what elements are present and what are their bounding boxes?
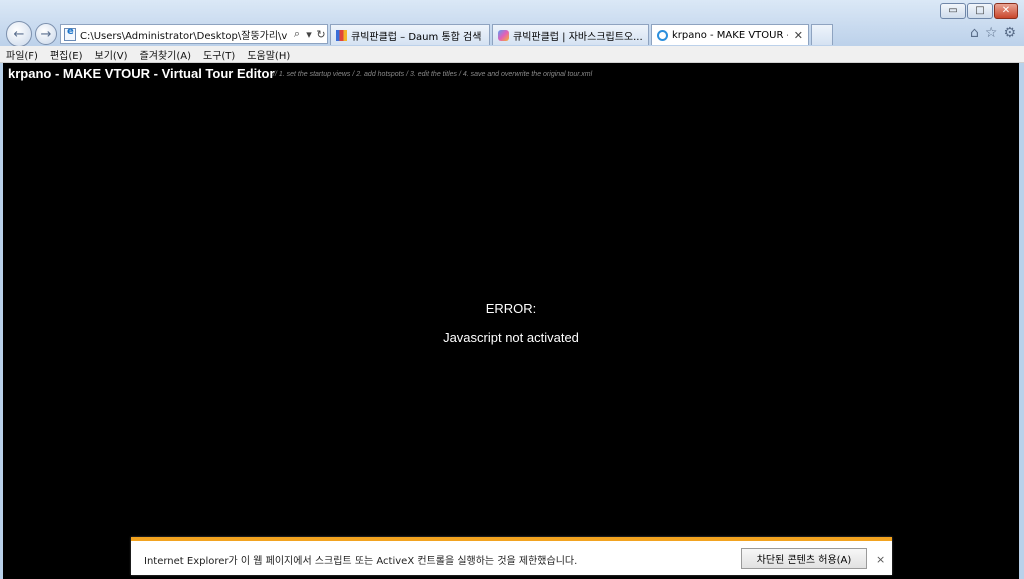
maximize-button[interactable]: □ <box>967 3 993 19</box>
tab-label: krpano - MAKE VTOUR - V... <box>672 29 788 41</box>
ie-favicon-icon <box>657 29 668 41</box>
back-arrow-icon: ← <box>13 26 25 42</box>
window-controls: ▭ □ ✕ <box>940 3 1018 19</box>
tab-label: 큐빅판클럽 | 자바스크립트오... <box>513 31 643 43</box>
tab-cubic-club[interactable]: 큐빅판클럽 | 자바스크립트오... <box>492 24 649 45</box>
menu-tools[interactable]: 도구(T) <box>203 47 235 62</box>
browser-tools: ⌂ ☆ ⚙ <box>970 25 1016 41</box>
dropdown-icon[interactable]: ▾ <box>303 28 315 41</box>
error-heading: ERROR: <box>485 301 537 316</box>
close-button[interactable]: ✕ <box>994 3 1018 19</box>
menu-bar: 파일(F) 편집(E) 보기(V) 즐겨찾기(A) 도구(T) 도움말(H) <box>0 46 1024 63</box>
menu-help[interactable]: 도움말(H) <box>247 47 290 62</box>
refresh-icon[interactable]: ↻ <box>315 28 327 41</box>
tab-daum-search[interactable]: 큐빅판클럽 – Daum 통합 검색 <box>330 24 490 45</box>
page-icon <box>64 26 76 41</box>
maximize-icon: □ <box>975 5 985 16</box>
menu-favorites[interactable]: 즐겨찾기(A) <box>140 47 191 62</box>
tab-strip: 큐빅판클럽 – Daum 통합 검색 큐빅판클럽 | 자바스크립트오... kr… <box>330 24 833 45</box>
gear-icon[interactable]: ⚙ <box>1003 25 1016 41</box>
page-title: krpano - MAKE VTOUR - Virtual Tour Edito… <box>8 66 275 81</box>
menu-file[interactable]: 파일(F) <box>6 47 38 62</box>
page-viewport: krpano - MAKE VTOUR - Virtual Tour Edito… <box>3 63 1019 579</box>
search-icon[interactable]: ⌕ <box>291 27 303 41</box>
back-button[interactable]: ← <box>6 21 32 47</box>
favorites-star-icon[interactable]: ☆ <box>985 25 998 41</box>
address-bar[interactable]: C:\Users\Administrator\Desktop\잘뚱가리\v ⌕ … <box>60 24 328 44</box>
minimize-button[interactable]: ▭ <box>940 3 966 19</box>
site-favicon-icon <box>498 29 509 41</box>
minimize-icon: ▭ <box>948 5 958 16</box>
tab-close-icon[interactable]: ✕ <box>794 29 803 42</box>
new-tab-button[interactable] <box>811 24 833 45</box>
tab-label: 큐빅판클럽 – Daum 통합 검색 <box>351 31 482 43</box>
address-text[interactable]: C:\Users\Administrator\Desktop\잘뚱가리\v <box>80 27 291 42</box>
menu-view[interactable]: 보기(V) <box>95 47 128 62</box>
tab-krpano[interactable]: krpano - MAKE VTOUR - V... ✕ <box>651 24 809 45</box>
notification-message: Internet Explorer가 이 웹 페이지에서 스크립트 또는 Act… <box>144 556 578 567</box>
forward-arrow-icon: → <box>40 26 52 42</box>
menu-edit[interactable]: 편집(E) <box>50 47 83 62</box>
allow-blocked-content-button[interactable]: 차단된 콘텐츠 허용(A) <box>741 548 867 569</box>
forward-button[interactable]: → <box>35 23 57 45</box>
daum-favicon-icon <box>336 29 347 41</box>
title-bar: ▭ □ ✕ ← → C:\Users\Administrator\Desktop… <box>0 0 1024 47</box>
editor-steps: // 1. set the startup views / 2. add hot… <box>273 71 593 78</box>
error-message: Javascript not activated <box>443 330 579 345</box>
notification-close-icon[interactable]: × <box>876 553 885 566</box>
home-icon[interactable]: ⌂ <box>970 25 979 41</box>
close-icon: ✕ <box>1001 5 1011 16</box>
notification-bar: Internet Explorer가 이 웹 페이지에서 스크립트 또는 Act… <box>131 537 892 575</box>
